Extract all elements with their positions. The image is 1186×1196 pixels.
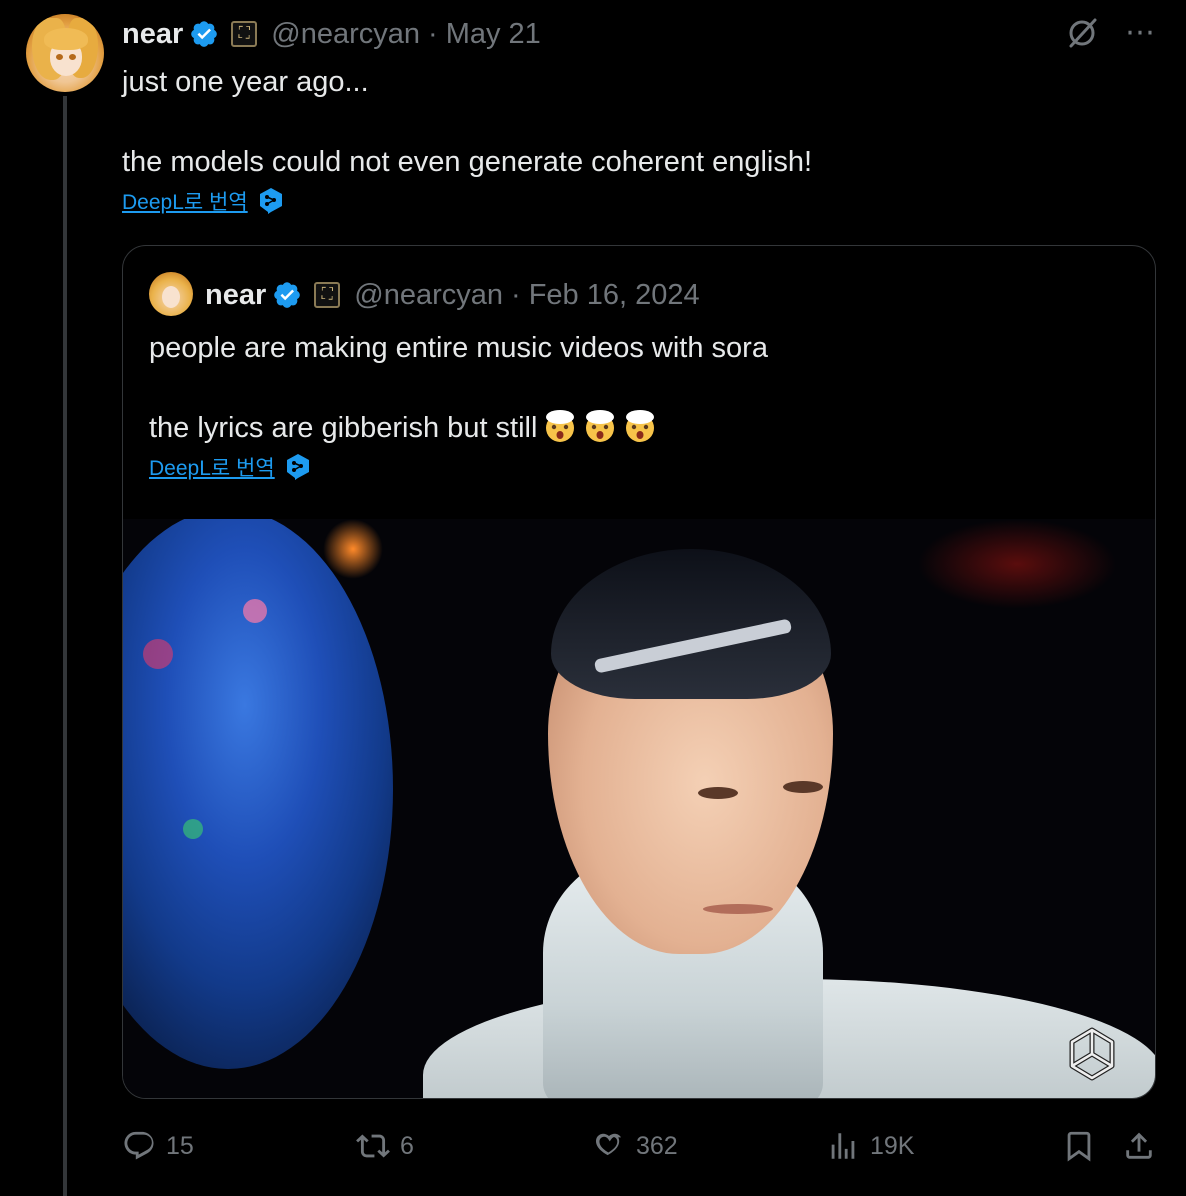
reply-button[interactable]: 15 [122,1120,194,1172]
affiliate-badge-icon[interactable]: ⛶ [314,282,341,308]
verified-badge-icon [191,21,218,47]
like-count: 362 [636,1131,678,1160]
views-chart-icon [831,1133,855,1159]
exploding-head-emoji-icon [546,410,575,442]
views-count: 19K [870,1131,915,1160]
author-handle[interactable]: @nearcyan [271,18,420,51]
translate-label[interactable]: DeepL로 번역 [149,452,275,482]
repost-button[interactable]: 6 [356,1120,414,1172]
reply-count: 15 [166,1131,194,1160]
tweet-actions-bar: 15 6 362 19K [122,1120,1162,1172]
separator-dot: · [511,278,521,311]
tweet-top-actions: ⋯ [1065,16,1156,50]
video-thumbnail[interactable] [123,519,1155,1098]
reply-icon [124,1131,154,1160]
affiliate-badge-icon[interactable]: ⛶ [231,21,258,47]
quoted-tweet-date: Feb 16, 2024 [528,278,700,311]
deepl-icon [286,454,309,480]
author-avatar[interactable] [26,14,104,92]
share-icon [1126,1132,1152,1159]
quoted-author-handle: @nearcyan [354,278,504,311]
repost-icon [356,1134,390,1158]
translate-link[interactable]: DeepL로 번역 [122,186,284,216]
tweet-header: near ⛶ @nearcyan · May 21 [122,14,541,54]
heart-icon [595,1133,622,1156]
more-options-icon[interactable]: ⋯ [1125,18,1156,48]
tweet[interactable]: near ⛶ @nearcyan · May 21 ⋯ just one yea… [0,0,1186,1196]
tweet-date[interactable]: May 21 [446,18,541,51]
share-button[interactable] [1122,1120,1156,1172]
openai-logo-icon [1069,1027,1115,1081]
quoted-author-name[interactable]: near [205,279,266,312]
grok-icon[interactable] [1065,16,1099,50]
quoted-tweet-text: people are making entire music videos wi… [149,328,768,448]
tweet-text: just one year ago... the models could no… [122,62,812,182]
translate-label[interactable]: DeepL로 번역 [122,186,248,216]
separator-dot: · [428,17,438,50]
like-button[interactable]: 362 [592,1120,678,1172]
quoted-translate-link[interactable]: DeepL로 번역 [149,452,311,482]
quoted-tweet-header: near ⛶ @nearcyan · Feb 16, 2024 [205,274,700,316]
bookmark-button[interactable] [1062,1120,1096,1172]
tweet-text-line: the models could not even generate coher… [122,146,813,178]
tweet-text-line: just one year ago... [122,66,369,98]
quoted-text-line-with-emoji: the lyrics are gibberish but still [149,408,768,448]
verified-badge-icon [274,282,301,308]
quoted-text-line: people are making entire music videos wi… [149,332,768,364]
quoted-text-line: the lyrics are gibberish but still [149,412,538,444]
deepl-icon [259,188,282,214]
exploding-head-emoji-icon [586,410,615,442]
author-name[interactable]: near [122,18,183,51]
repost-count: 6 [400,1131,414,1160]
exploding-head-emoji-icon [626,410,655,442]
quoted-author-avatar[interactable] [149,272,193,316]
views-button[interactable]: 19K [826,1120,914,1172]
quoted-tweet-card[interactable]: near ⛶ @nearcyan · Feb 16, 2024 people a… [122,245,1156,1099]
bookmark-icon [1067,1131,1091,1162]
thread-line [63,96,67,1196]
